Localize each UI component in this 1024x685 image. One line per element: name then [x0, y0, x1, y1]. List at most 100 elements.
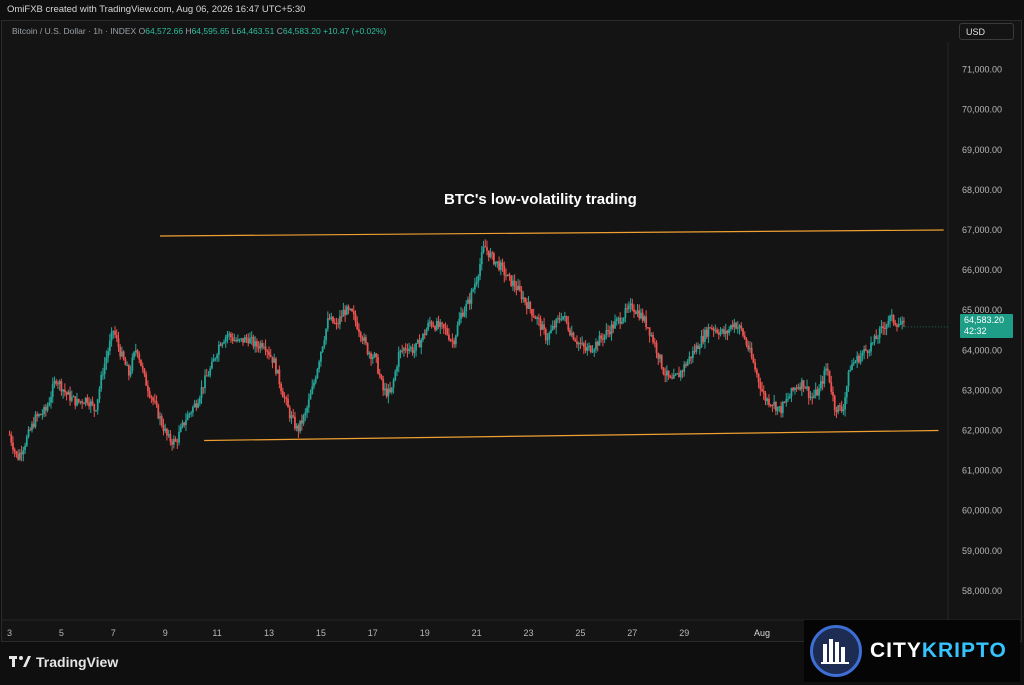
- chart-annotation[interactable]: BTC's low-volatility trading: [444, 191, 637, 208]
- candle-body: [264, 346, 267, 351]
- candle-body: [209, 368, 212, 376]
- candle-body: [633, 309, 635, 313]
- candle-body: [802, 380, 805, 387]
- candle-body: [276, 369, 279, 374]
- candle-body: [351, 308, 353, 312]
- candle-body: [377, 356, 379, 374]
- candle-body: [404, 348, 407, 350]
- candle-body: [18, 452, 21, 460]
- candle-body: [608, 331, 611, 335]
- candle-body: [162, 425, 165, 431]
- candle-body: [885, 324, 888, 329]
- candle-body: [250, 336, 253, 338]
- candle-body: [505, 275, 507, 277]
- candle-body: [493, 253, 495, 265]
- candle-body: [567, 322, 570, 331]
- candle-body: [458, 318, 461, 326]
- candle-body: [74, 396, 77, 406]
- candle-body: [660, 354, 663, 369]
- candle-body: [224, 336, 227, 342]
- candle-body: [747, 344, 750, 350]
- x-tick-label: 25: [575, 628, 585, 638]
- candle-body: [553, 326, 556, 328]
- candle-body: [449, 339, 452, 341]
- candle-body: [778, 406, 781, 408]
- candle-body: [899, 323, 902, 325]
- candle-body: [752, 357, 755, 363]
- candle-body: [13, 449, 16, 452]
- candle-body: [754, 362, 757, 370]
- candle-body: [314, 378, 317, 383]
- candle-body: [387, 388, 390, 397]
- tradingview-logo[interactable]: TradingView: [9, 654, 118, 670]
- candle-body: [266, 350, 269, 352]
- symbol-name[interactable]: Bitcoin / U.S. Dollar · 1h · INDEX: [12, 26, 136, 36]
- candle-body: [345, 306, 348, 315]
- candle-body: [842, 409, 845, 412]
- candle-body: [160, 416, 163, 426]
- candle-body: [252, 336, 255, 347]
- candle-body: [275, 358, 277, 374]
- candle-body: [828, 370, 831, 383]
- candle-body: [543, 324, 545, 330]
- candle-body: [361, 337, 364, 341]
- candle-body: [283, 397, 286, 399]
- tradingview-icon: [9, 656, 31, 667]
- candle-body: [38, 414, 40, 417]
- candle-body: [48, 402, 51, 406]
- trendlines-layer[interactable]: [160, 229, 948, 442]
- candle-body: [766, 398, 769, 402]
- candle-body: [335, 323, 338, 325]
- candle-body: [434, 326, 436, 330]
- candle-body: [454, 335, 457, 345]
- candle-body: [136, 350, 139, 355]
- candle-body: [659, 354, 661, 359]
- candle-body: [728, 329, 731, 333]
- candle-body: [115, 335, 118, 339]
- candle-body: [785, 399, 788, 403]
- candle-body: [382, 378, 385, 391]
- candle-body: [349, 308, 352, 310]
- close-value: 64,583.20: [282, 26, 321, 36]
- candle-body: [714, 329, 717, 331]
- candle-body: [588, 345, 590, 348]
- candle-body: [164, 428, 167, 431]
- candle-body: [773, 402, 776, 406]
- candle-body: [122, 351, 125, 360]
- candle-body: [77, 398, 80, 402]
- candle-body: [529, 301, 532, 310]
- candle-body: [589, 345, 592, 353]
- candle-body: [648, 327, 651, 336]
- candle-body: [723, 329, 725, 335]
- candle-body: [356, 321, 359, 330]
- currency-button[interactable]: USD: [959, 23, 1014, 40]
- open-value: 64,572.66: [145, 26, 184, 36]
- candle-body: [643, 316, 646, 321]
- candle-body: [76, 398, 78, 406]
- candle-body: [804, 386, 807, 389]
- candle-body: [389, 388, 391, 393]
- price-chart-svg[interactable]: 71,000.00 70,000.00 69,000.00 68,000.00 67,0…: [0, 0, 1024, 642]
- candle-body: [634, 312, 637, 314]
- candle-body: [147, 385, 149, 392]
- candle-body: [840, 406, 843, 412]
- candle-body: [825, 368, 827, 371]
- candle-body: [254, 341, 257, 347]
- candle-body: [877, 337, 879, 340]
- candle-body: [809, 396, 812, 398]
- candle-body: [794, 387, 796, 391]
- candle-body: [799, 387, 802, 390]
- candle-body: [131, 357, 134, 371]
- candle-body: [179, 426, 182, 432]
- candle-body: [494, 261, 497, 265]
- candle-body: [518, 285, 521, 291]
- symbol-legend[interactable]: Bitcoin / U.S. Dollar · 1h · INDEX O64,5…: [12, 26, 386, 36]
- candle-body: [373, 353, 376, 358]
- candle-body: [364, 337, 367, 344]
- candle-body: [740, 325, 743, 329]
- candle-body: [36, 414, 39, 417]
- candle-body: [650, 334, 653, 336]
- candle-body: [889, 315, 891, 321]
- candle-body: [826, 368, 829, 371]
- candle-body: [418, 340, 421, 348]
